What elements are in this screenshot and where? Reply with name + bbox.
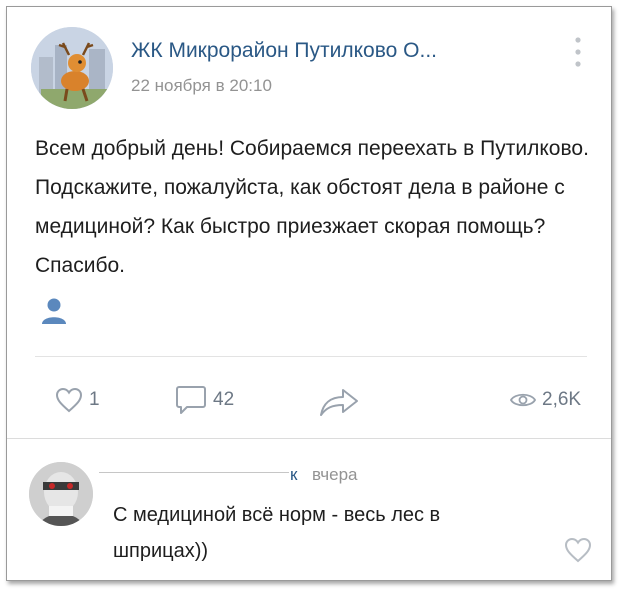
comment-like-button[interactable]	[563, 537, 593, 563]
comment-icon	[176, 386, 206, 414]
post-divider	[35, 356, 587, 357]
comment-count: 42	[213, 389, 235, 410]
eye-icon	[510, 393, 536, 407]
comments-divider	[7, 438, 611, 439]
views-count: 2,6K	[542, 389, 582, 410]
post-author[interactable]: ЖК Микрорайон Путилково О...	[131, 39, 437, 63]
group-avatar-image	[31, 27, 113, 109]
user-icon[interactable]	[41, 297, 67, 325]
post-date[interactable]: 22 ноября в 20:10	[131, 76, 272, 96]
like-count: 1	[89, 389, 100, 410]
heart-icon	[564, 537, 592, 563]
post-text: Всем добрый день! Собираемся переехать в…	[35, 137, 589, 277]
post-card: ЖК Микрорайон Путилково О... 22 ноября в…	[6, 6, 612, 581]
comment-author-name-redacted[interactable]	[99, 472, 289, 473]
heart-icon	[55, 387, 83, 413]
more-vertical-icon[interactable]	[573, 35, 583, 69]
comment-avatar[interactable]	[29, 462, 93, 526]
comment-text: С медициной всё норм - весь лес в шприца…	[113, 504, 441, 562]
comment-date[interactable]: вчера	[312, 465, 358, 485]
comment-avatar-image	[29, 462, 93, 526]
like-button[interactable]: 1	[55, 387, 100, 413]
views-counter: 2,6K	[510, 389, 581, 411]
comment-button[interactable]: 42	[175, 385, 234, 415]
share-icon	[320, 389, 358, 416]
post-actions: 1 42 2,6K	[7, 379, 611, 423]
group-avatar[interactable]	[31, 27, 113, 109]
share-button[interactable]	[317, 387, 361, 417]
comment-author[interactable]: к	[290, 465, 297, 485]
